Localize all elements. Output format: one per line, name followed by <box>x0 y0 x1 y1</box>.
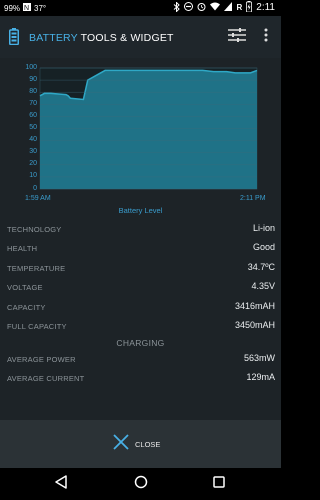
bluetooth-icon <box>173 0 181 14</box>
property-row: TEMPERATURE 34.7ºC <box>7 261 275 275</box>
app-title-battery: BATTERY <box>29 32 78 44</box>
y-tick-label: 50 <box>29 124 37 131</box>
property-value: Li-ion <box>252 223 275 233</box>
property-row: CAPACITY 3416mAH <box>7 300 275 314</box>
overflow-menu-button[interactable] <box>254 24 278 50</box>
back-triangle-icon <box>55 474 67 494</box>
property-value: Good <box>252 242 275 253</box>
charging-value: 129mA <box>246 372 275 383</box>
app-title-rest: TOOLS & WIDGET <box>80 32 174 44</box>
property-value: 4.35V <box>251 281 275 292</box>
do-not-disturb-icon <box>184 2 194 13</box>
property-row: VOLTAGE 4.35V <box>7 280 275 294</box>
y-tick-label: 20 <box>29 160 37 168</box>
clock-time: 2:11 <box>256 2 275 13</box>
y-tick-label: 80 <box>29 87 37 95</box>
property-label: CAPACITY <box>7 302 46 312</box>
charging-label: AVERAGE CURRENT <box>7 374 85 384</box>
nav-recents-button[interactable] <box>208 474 230 494</box>
battery-level-chart: 0 10 20 30 40 50 60 70 80 90 100 1:59 AM 2:11 PM Bat… <box>0 58 281 218</box>
home-circle-icon <box>134 475 148 494</box>
wifi-icon <box>210 2 221 13</box>
settings-sliders-button[interactable] <box>225 24 249 50</box>
chart-caption: Battery Level <box>118 206 163 215</box>
nav-home-button[interactable] <box>130 474 152 494</box>
tune-sliders-icon <box>228 27 246 47</box>
property-label: TEMPERATURE <box>7 263 66 273</box>
y-tick-label: 40 <box>29 136 37 144</box>
close-icon <box>113 433 129 455</box>
charging-label: AVERAGE POWER <box>7 355 76 364</box>
y-tick-label: 90 <box>29 75 37 83</box>
y-tick-label: 100 <box>25 63 37 71</box>
no-signal-icon: N <box>23 3 32 13</box>
app-toolbar: BATTERY TOOLS & WIDGET <box>0 16 281 58</box>
y-tick-label: 70 <box>29 99 37 107</box>
battery-charging-icon <box>246 1 253 14</box>
battery-percent-text: 99% <box>4 3 21 13</box>
nav-back-button[interactable] <box>50 474 72 494</box>
charging-row: AVERAGE POWER 563mW <box>7 352 275 366</box>
property-label: FULL CAPACITY <box>7 322 67 331</box>
property-value: 3450mAH <box>234 320 275 330</box>
system-navigation-bar <box>0 468 281 500</box>
close-button[interactable]: CLOSE <box>113 433 173 455</box>
property-label: TECHNOLOGY <box>7 225 62 234</box>
battery-level-plot <box>39 67 258 190</box>
x-tick-label: 2:11 PM <box>240 195 266 202</box>
y-tick-label: 60 <box>29 111 37 119</box>
property-row: TECHNOLOGY Li-ion <box>7 222 275 236</box>
x-tick-label: 1:59 AM <box>25 195 51 202</box>
battery-details-panel: 0 10 20 30 40 50 60 70 80 90 100 1:59 AM 2:11 PM Bat… <box>0 58 281 420</box>
bottom-action-bar: CLOSE <box>0 420 281 468</box>
temperature-text: 37° <box>34 3 47 13</box>
property-value: 3416mAH <box>234 300 275 311</box>
charging-row: AVERAGE CURRENT 129mA <box>7 371 275 385</box>
y-tick-label: 0 <box>33 184 37 192</box>
alarm-icon <box>197 2 206 13</box>
property-label: HEALTH <box>7 244 38 254</box>
charging-section-header: CHARGING <box>116 338 165 348</box>
status-bar: 99% N 37° R 2:11 <box>0 0 281 16</box>
roaming-indicator: R <box>236 3 243 12</box>
recents-square-icon <box>213 475 225 493</box>
property-row: HEALTH Good <box>7 241 275 255</box>
close-button-label: CLOSE <box>135 439 161 449</box>
y-tick-label: 10 <box>29 172 37 180</box>
cell-signal-icon <box>224 2 233 13</box>
y-tick-label: 30 <box>29 148 37 156</box>
svg-text:N: N <box>24 5 29 11</box>
property-label: VOLTAGE <box>7 283 43 293</box>
battery-app-icon <box>9 28 19 50</box>
more-vertical-icon <box>264 28 268 47</box>
property-row: FULL CAPACITY 3450mAH <box>7 319 275 333</box>
charging-value: 563mW <box>243 353 275 363</box>
app-title: BATTERY TOOLS & WIDGET <box>29 32 174 44</box>
property-value: 34.7ºC <box>247 261 275 272</box>
